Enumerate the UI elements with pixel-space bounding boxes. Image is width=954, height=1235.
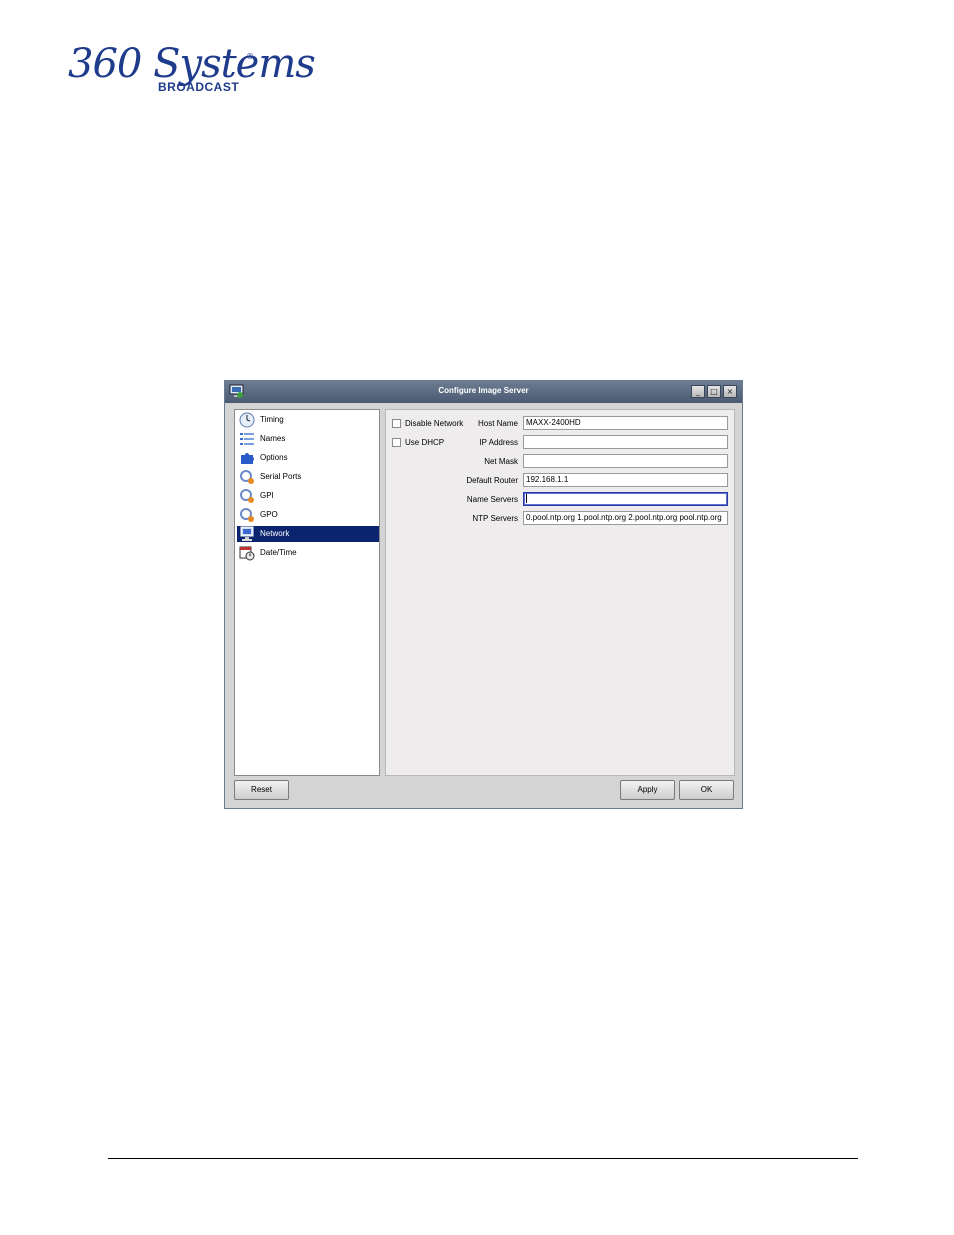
title-bar[interactable]: Configure Image Server _ □ × bbox=[225, 381, 742, 403]
sidebar-item-label: Timing bbox=[260, 415, 284, 424]
sidebar-item-label: Options bbox=[260, 453, 288, 462]
window-title: Configure Image Server bbox=[438, 386, 529, 395]
text-caret bbox=[526, 494, 527, 504]
port-icon bbox=[240, 508, 254, 522]
list-icon bbox=[240, 433, 254, 445]
apply-button[interactable]: Apply bbox=[620, 780, 675, 800]
sidebar-item-options[interactable]: Options bbox=[237, 450, 379, 466]
sidebar-item-label: Date/Time bbox=[260, 548, 297, 557]
company-logo: 360 Systems ® BROADCAST bbox=[66, 42, 316, 98]
footer-rule bbox=[108, 1158, 858, 1159]
computer-icon bbox=[240, 526, 254, 541]
clock-icon bbox=[239, 412, 255, 428]
host-name-field[interactable]: MAXX-2400HD bbox=[523, 416, 728, 430]
sidebar-item-network[interactable]: Network bbox=[237, 526, 379, 542]
sidebar-item-date-time[interactable]: Date/Time bbox=[237, 545, 379, 561]
port-icon bbox=[240, 470, 254, 484]
reset-button[interactable]: Reset bbox=[234, 780, 289, 800]
puzzle-icon bbox=[241, 453, 254, 464]
sidebar-item-label: GPO bbox=[260, 510, 278, 519]
maximize-button[interactable]: □ bbox=[707, 385, 721, 398]
ip-address-label: IP Address bbox=[479, 438, 518, 447]
sidebar-item-serial-ports[interactable]: Serial Ports bbox=[237, 469, 379, 485]
port-icon bbox=[240, 489, 254, 503]
configure-image-server-window: Configure Image Server _ □ × Timing Name… bbox=[224, 380, 743, 809]
close-button[interactable]: × bbox=[723, 385, 737, 398]
sidebar-item-timing[interactable]: Timing bbox=[237, 412, 379, 428]
sidebar-item-gpo[interactable]: GPO bbox=[237, 507, 379, 523]
logo-subtitle: BROADCAST bbox=[158, 80, 240, 94]
sidebar-item-label: Serial Ports bbox=[260, 472, 302, 481]
ntp-servers-label: NTP Servers bbox=[472, 514, 518, 523]
minimize-button[interactable]: _ bbox=[691, 385, 705, 398]
ip-address-field[interactable] bbox=[523, 435, 728, 449]
sidebar-item-label: Network bbox=[260, 529, 290, 538]
logo-registered-mark: ® bbox=[246, 52, 254, 61]
ntp-servers-field[interactable]: 0.pool.ntp.org 1.pool.ntp.org 2.pool.ntp… bbox=[523, 511, 728, 525]
ok-button[interactable]: OK bbox=[679, 780, 734, 800]
name-servers-field[interactable] bbox=[523, 492, 728, 506]
name-servers-label: Name Servers bbox=[466, 495, 518, 504]
net-mask-field[interactable] bbox=[523, 454, 728, 468]
sidebar-item-label: Names bbox=[260, 434, 286, 443]
default-router-label: Default Router bbox=[466, 476, 518, 485]
sidebar-item-names[interactable]: Names bbox=[237, 431, 379, 447]
host-name-label: Host Name bbox=[477, 419, 518, 428]
settings-category-list: Timing Names Options Serial Ports GPI GP… bbox=[234, 409, 380, 776]
sidebar-item-gpi[interactable]: GPI bbox=[237, 488, 379, 504]
sidebar-item-label: GPI bbox=[260, 491, 274, 500]
net-mask-label: Net Mask bbox=[484, 457, 518, 466]
calendar-clock-icon bbox=[239, 546, 255, 561]
network-settings-panel: Disable Network Use DHCP Host Name MAXX-… bbox=[385, 409, 735, 776]
default-router-field[interactable]: 192.168.1.1 bbox=[523, 473, 728, 487]
